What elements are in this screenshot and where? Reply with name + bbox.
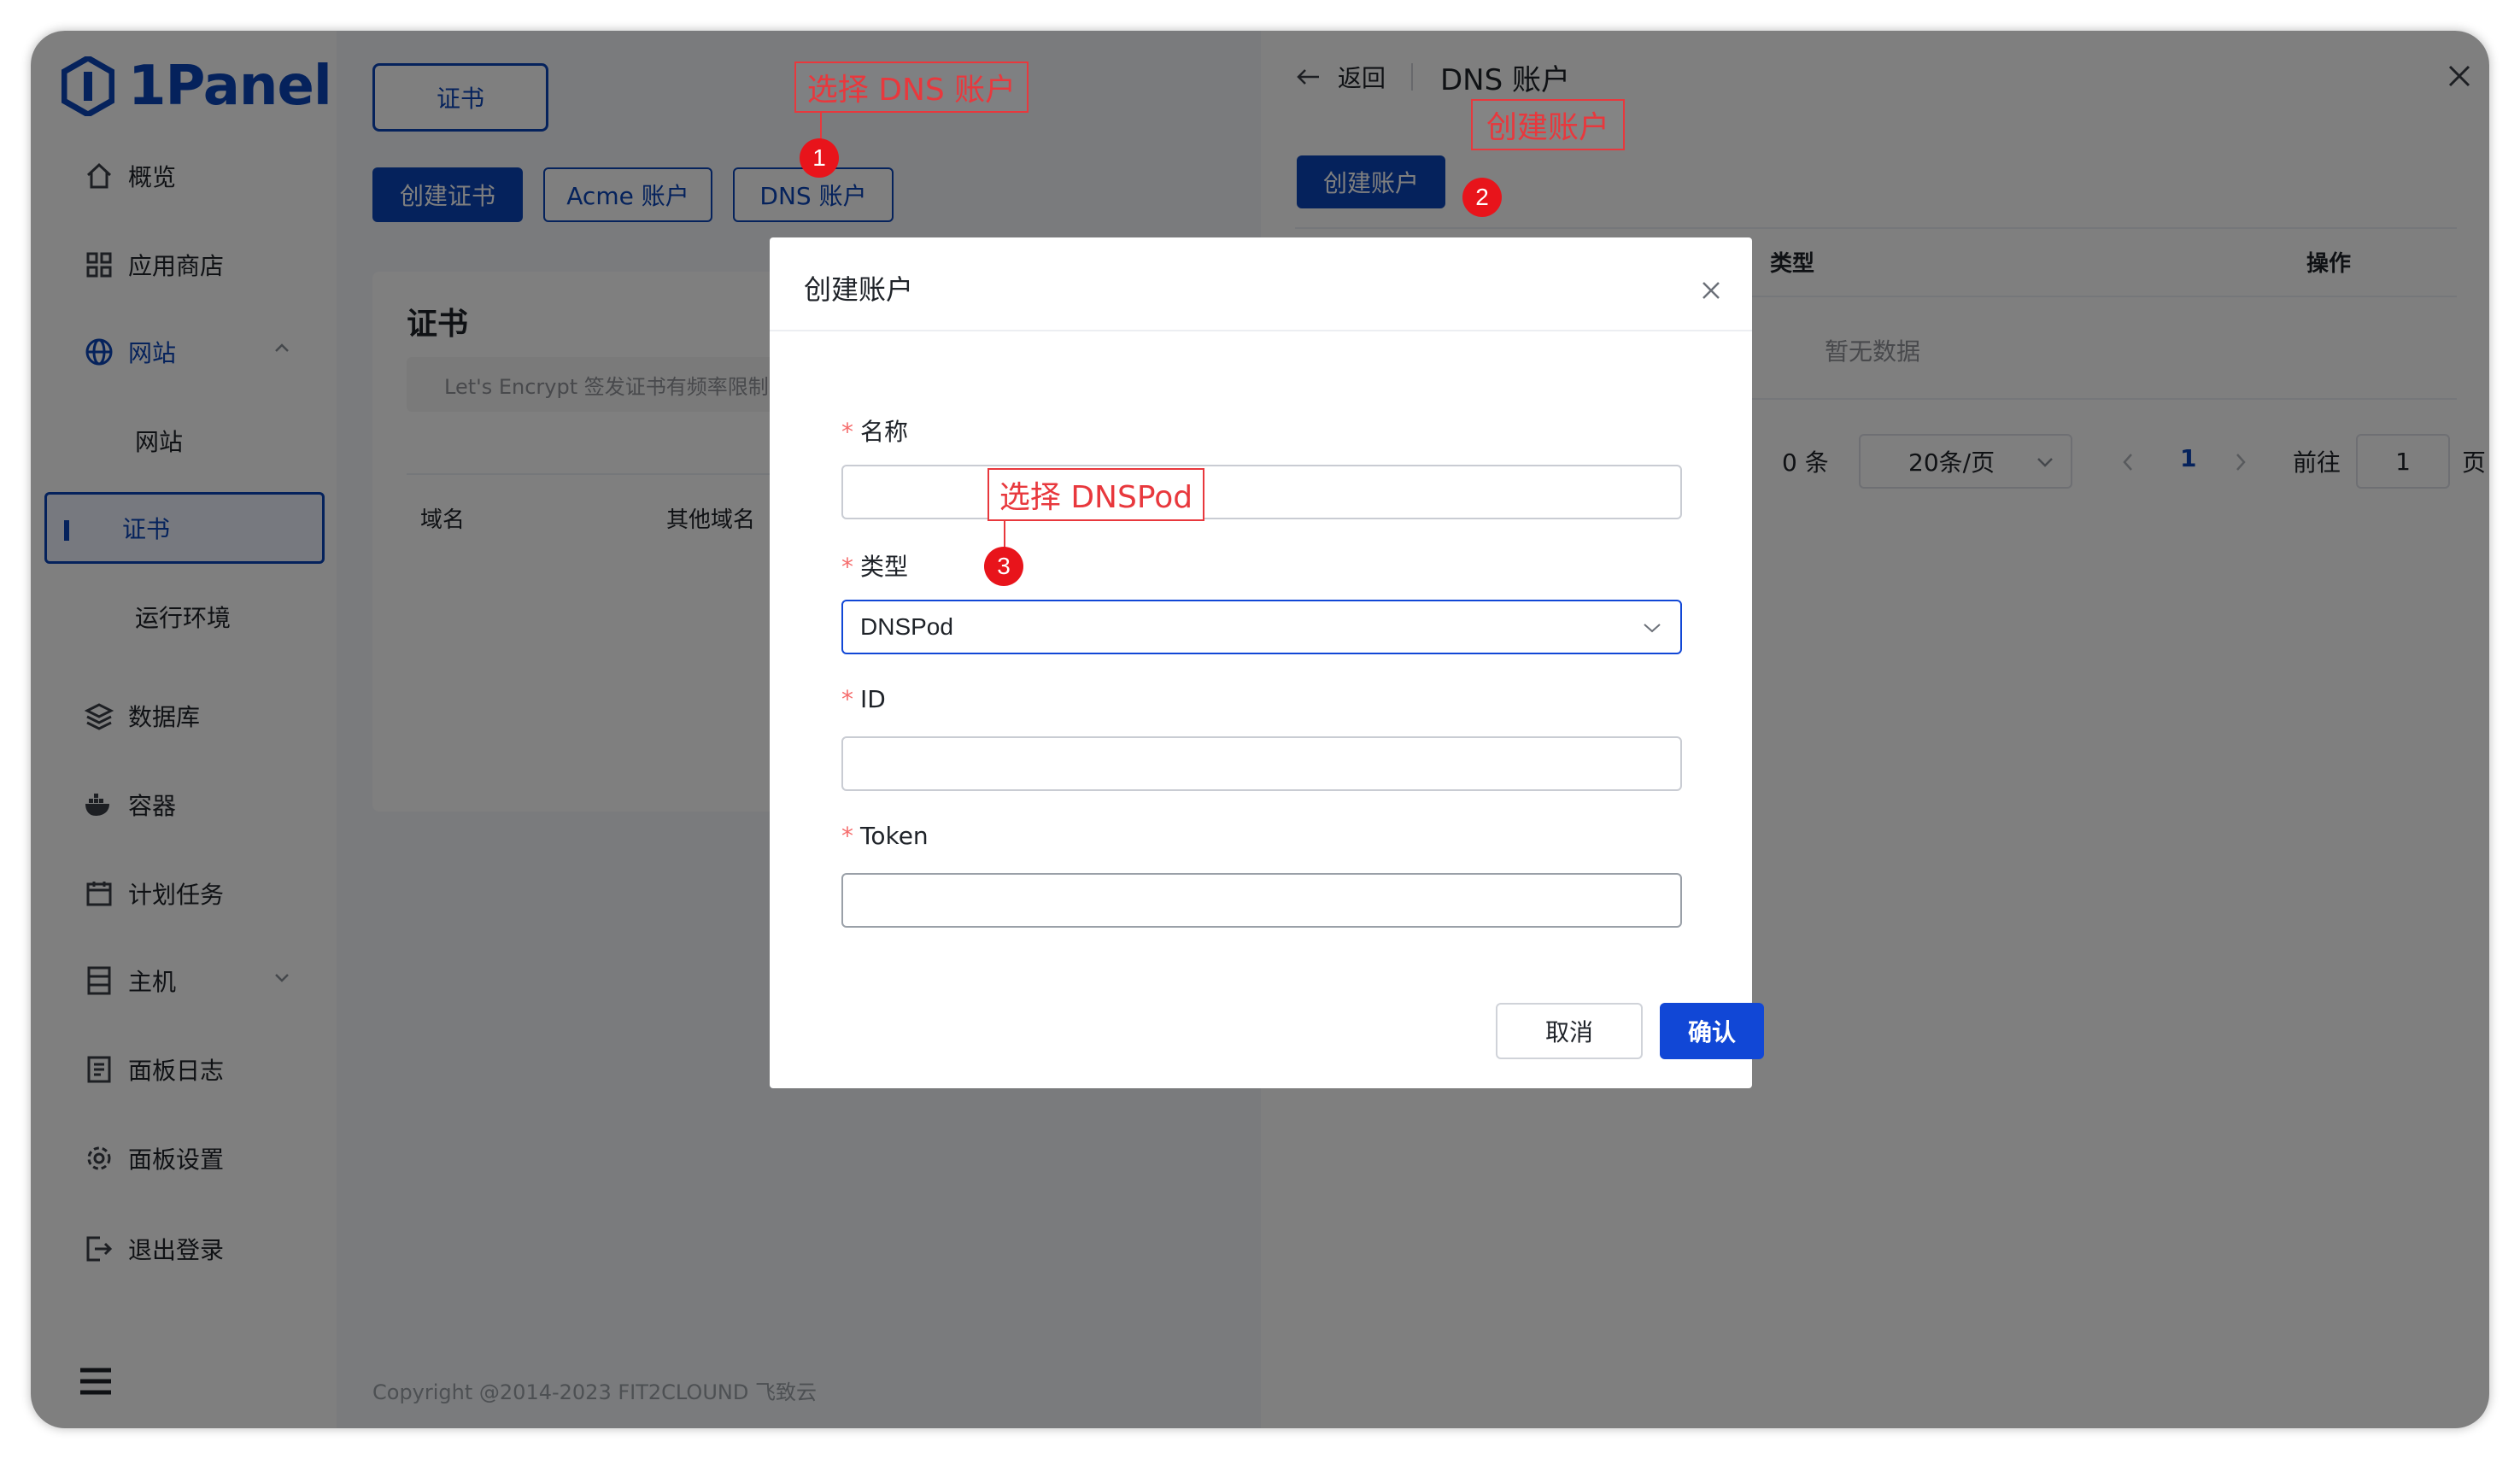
name-label-text: 名称 [860,418,909,446]
annotation-step-2: 创建账户 [1471,99,1625,150]
id-input[interactable] [841,736,1682,791]
token-label: * Token [841,822,929,850]
annotation-leader-3 [1004,521,1005,550]
annotation-step-3: 选择 DNSPod [987,468,1204,521]
chevron-down-icon [1644,624,1661,633]
id-label-text: ID [860,685,886,713]
app-window: 1Panel 概览 应用商店 网站 网站 证书 运行环境 数据库 [31,31,2489,1428]
dialog-header-divider [770,330,1752,331]
id-label: * ID [841,685,886,713]
cancel-button[interactable]: 取消 [1496,1003,1643,1059]
annotation-leader-1 [820,113,822,142]
step-badge-3: 3 [984,547,1023,586]
name-label: * 名称 [841,413,908,448]
step-badge-1: 1 [800,138,839,178]
token-input[interactable] [841,873,1682,928]
create-account-dialog: 创建账户 * 名称 * 类型 DNSPod * ID * Token 取消 确认 [770,237,1764,1088]
annotation-step-1: 选择 DNS 账户 [794,62,1029,113]
required-mark: * [841,685,853,713]
confirm-button[interactable]: 确认 [1660,1003,1764,1059]
type-label-text: 类型 [860,553,909,581]
name-input[interactable] [841,465,1682,519]
dialog-title: 创建账户 [804,273,914,306]
required-mark: * [841,553,853,581]
type-select-value: DNSPod [860,613,953,640]
dialog-close-icon[interactable] [1701,280,1726,306]
type-select[interactable]: DNSPod [841,600,1682,654]
type-label: * 类型 [841,548,908,583]
required-mark: * [841,822,853,850]
token-label-text: Token [860,822,929,850]
step-badge-2: 2 [1462,178,1502,217]
required-mark: * [841,418,853,446]
